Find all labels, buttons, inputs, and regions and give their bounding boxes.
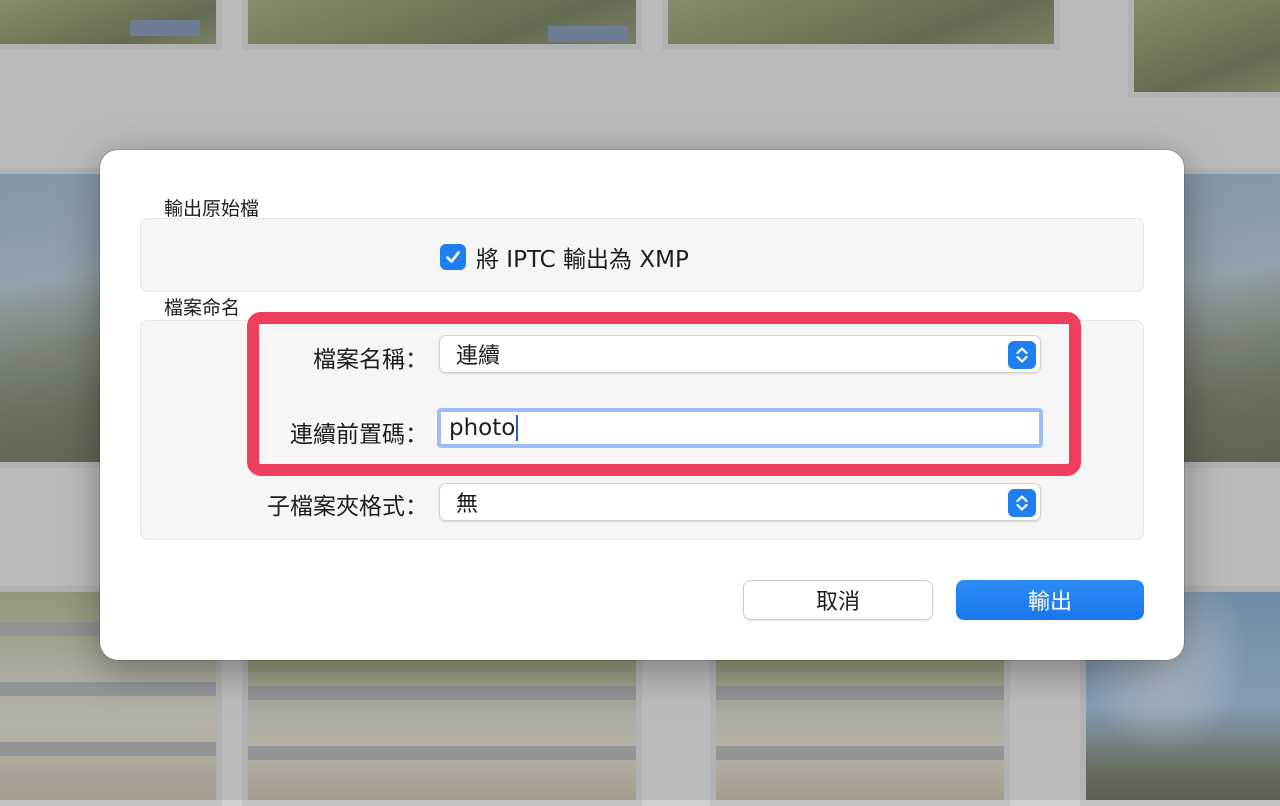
checkmark-icon <box>446 251 460 263</box>
file-name-label: 檔案名稱： <box>313 347 428 373</box>
cancel-button[interactable]: 取消 <box>743 580 933 620</box>
iptc-xmp-checkbox[interactable] <box>440 244 466 270</box>
export-button[interactable]: 輸出 <box>956 580 1144 620</box>
sequential-prefix-input[interactable]: photo <box>437 408 1043 448</box>
section-title-export-original: 輸出原始檔 <box>164 198 260 220</box>
text-caret <box>516 415 519 441</box>
sequential-prefix-value: photo <box>449 415 516 441</box>
subfolder-format-value: 無 <box>456 492 479 517</box>
sequential-prefix-label: 連續前置碼： <box>290 422 428 448</box>
iptc-xmp-label: 將 IPTC 輸出為 XMP <box>476 247 689 273</box>
file-name-value: 連續 <box>456 344 501 369</box>
export-dialog: 輸出原始檔 將 IPTC 輸出為 XMP 檔案命名 檔案名稱： 連續 連續前置碼… <box>100 150 1184 660</box>
section-title-file-naming: 檔案命名 <box>164 297 241 319</box>
popup-chevron-updown-icon <box>1008 341 1036 369</box>
popup-chevron-updown-icon <box>1008 489 1036 517</box>
iptc-xmp-checkbox-row[interactable]: 將 IPTC 輸出為 XMP <box>440 240 689 274</box>
file-name-popup[interactable]: 連續 <box>439 335 1041 373</box>
subfolder-format-label: 子檔案夾格式： <box>267 494 428 520</box>
subfolder-format-popup[interactable]: 無 <box>439 483 1041 521</box>
